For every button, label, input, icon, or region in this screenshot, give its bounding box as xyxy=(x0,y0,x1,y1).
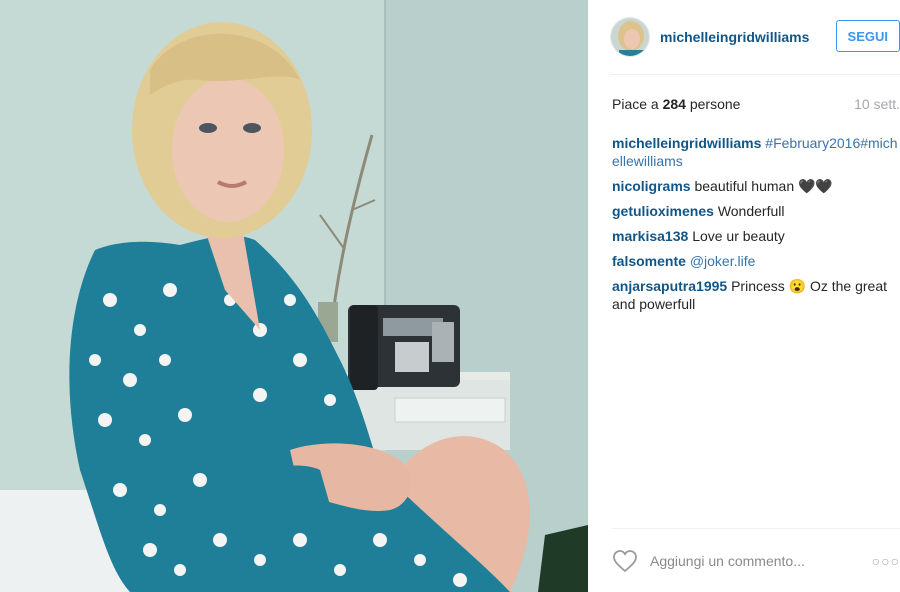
likes-prefix: Piace a xyxy=(612,96,663,112)
likes-number: 284 xyxy=(662,96,686,112)
comments-list: michelleingridwilliams #February2016#mic… xyxy=(612,134,900,320)
comment-text: Wonderfull xyxy=(717,203,785,219)
caption-username[interactable]: michelleingridwilliams xyxy=(612,135,761,151)
heart-icon[interactable] xyxy=(612,549,638,573)
telephone-object xyxy=(348,305,460,390)
post-timestamp[interactable]: 10 sett. xyxy=(854,96,900,112)
comment-item: falsomente @joker.life xyxy=(612,252,900,270)
caption: michelleingridwilliams #February2016#mic… xyxy=(612,134,900,170)
comment-text: Love ur beauty xyxy=(692,228,785,244)
more-options-icon[interactable]: ○○○ xyxy=(872,553,900,569)
comment-item: markisa138 Love ur beauty xyxy=(612,227,900,245)
avatar[interactable] xyxy=(610,17,650,57)
comment-mention[interactable]: @joker.life xyxy=(690,253,756,269)
likes-suffix: persone xyxy=(685,96,741,112)
comment-item: getulioximenes Wonderfull xyxy=(612,202,900,220)
follow-button[interactable]: SEGUI xyxy=(835,20,900,52)
post-details-panel: michelleingridwilliams SEGUI Piace a 284… xyxy=(588,0,900,592)
comment-text: beautiful human 🖤🖤 xyxy=(694,178,833,194)
header-username-link[interactable]: michelleingridwilliams xyxy=(660,29,809,45)
comment-username[interactable]: anjarsaputra1995 xyxy=(612,278,727,294)
comment-username[interactable]: nicoligrams xyxy=(612,178,691,194)
comment-username[interactable]: falsomente xyxy=(612,253,686,269)
post-image[interactable] xyxy=(0,0,588,592)
comment-username[interactable]: getulioximenes xyxy=(612,203,714,219)
comment-item: anjarsaputra1995 Princess 😮 Oz the great… xyxy=(612,277,900,313)
comment-input[interactable] xyxy=(650,552,850,569)
likes-count[interactable]: Piace a 284 persone xyxy=(612,96,740,112)
post-footer: ○○○ xyxy=(612,528,900,592)
post-photo-illustration xyxy=(0,0,588,592)
likes-row: Piace a 284 persone 10 sett. xyxy=(612,96,900,112)
post-header: michelleingridwilliams SEGUI xyxy=(610,0,900,75)
comment-item: nicoligrams beautiful human 🖤🖤 xyxy=(612,177,900,195)
comment-username[interactable]: markisa138 xyxy=(612,228,688,244)
avatar-image xyxy=(611,18,649,56)
